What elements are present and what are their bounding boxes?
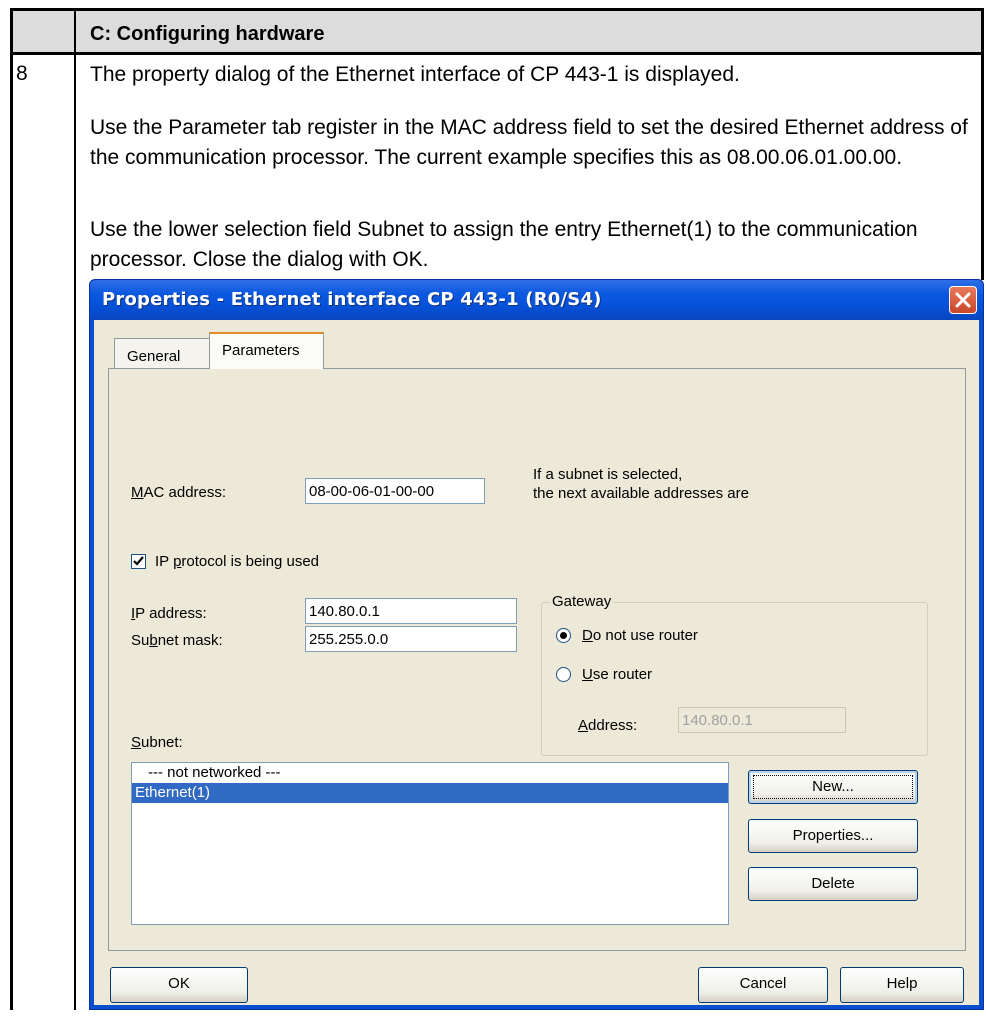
properties-button[interactable]: Properties...	[748, 819, 918, 853]
help-button[interactable]: Help	[840, 967, 964, 1003]
cancel-button-label: Cancel	[739, 975, 787, 992]
dialog-title-bar[interactable]: Properties - Ethernet interface CP 443-1…	[90, 280, 983, 320]
delete-button-label: Delete	[811, 875, 855, 892]
subnet-mask-label: Subnet mask:	[131, 632, 223, 649]
ok-button-label: OK	[168, 975, 190, 992]
mac-address-label: MAC address:	[131, 484, 227, 501]
no-router-label: Do not use router	[582, 627, 698, 644]
checkmark-icon	[133, 556, 144, 566]
table-border-right	[981, 8, 984, 280]
subnet-listbox[interactable]: --- not networked --- Ethernet(1)	[131, 762, 729, 925]
paragraph-1: The property dialog of the Ethernet inte…	[90, 63, 740, 86]
ip-protocol-checkbox[interactable]	[131, 554, 146, 569]
delete-button[interactable]: Delete	[748, 867, 918, 901]
subnet-item-ethernet-1[interactable]: Ethernet(1)	[132, 783, 728, 803]
ok-button[interactable]: OK	[110, 967, 248, 1003]
ip-protocol-label: IP protocol is being used	[155, 553, 320, 570]
tab-parameters-label: Parameters	[222, 342, 300, 359]
gateway-address-label: Address:	[578, 717, 638, 734]
use-router-radio[interactable]	[556, 667, 571, 682]
paragraph-2: Use the Parameter tab register in the MA…	[90, 116, 968, 169]
tab-parameters[interactable]: Parameters	[209, 332, 324, 369]
no-router-radio[interactable]	[556, 628, 571, 643]
mac-address-field[interactable]: 08-00-06-01-00-00	[305, 478, 485, 504]
tab-general[interactable]: General	[114, 338, 210, 368]
properties-button-label: Properties...	[792, 827, 874, 844]
new-button-focus-ring	[753, 775, 913, 799]
new-button[interactable]: New...	[748, 770, 918, 804]
gateway-address-field[interactable]: 140.80.0.1	[678, 707, 846, 733]
close-button[interactable]	[949, 286, 977, 314]
dialog-title: Properties - Ethernet interface CP 443-1…	[102, 289, 602, 310]
close-icon	[955, 292, 971, 308]
gateway-legend: Gateway	[550, 593, 614, 610]
mac-hint-line-2: the next available addresses are	[533, 485, 749, 502]
mac-hint-line-1: If a subnet is selected,	[533, 466, 683, 483]
subnet-mask-field[interactable]: 255.255.0.0	[305, 626, 517, 652]
mac-address-label-rest: AC address:	[143, 484, 227, 501]
dialog-client-area: General Parameters MAC address: 08-00-06…	[94, 320, 979, 1005]
gateway-group: Gateway Do not use router Use router Add…	[541, 593, 928, 756]
help-button-label: Help	[886, 975, 918, 992]
properties-dialog: Properties - Ethernet interface CP 443-1…	[89, 279, 984, 1010]
section-title: C: Configuring hardware	[90, 23, 325, 45]
paragraph-3: Use the lower selection field Subnet to …	[90, 218, 918, 271]
use-router-label: Use router	[582, 666, 653, 683]
table-header-row: C: Configuring hardware	[10, 8, 984, 55]
cancel-button[interactable]: Cancel	[698, 967, 828, 1003]
ip-address-field[interactable]: 140.80.0.1	[305, 598, 517, 624]
table-border-left	[10, 8, 13, 1010]
tab-general-label: General	[127, 348, 181, 365]
ip-address-label: IP address:	[131, 605, 207, 622]
table-column-divider	[74, 8, 76, 1010]
subnet-label: Subnet:	[131, 734, 183, 751]
subnet-item-not-networked[interactable]: --- not networked ---	[132, 763, 728, 783]
step-number: 8	[16, 62, 28, 85]
parameters-panel: MAC address: 08-00-06-01-00-00 If a subn…	[108, 368, 966, 951]
